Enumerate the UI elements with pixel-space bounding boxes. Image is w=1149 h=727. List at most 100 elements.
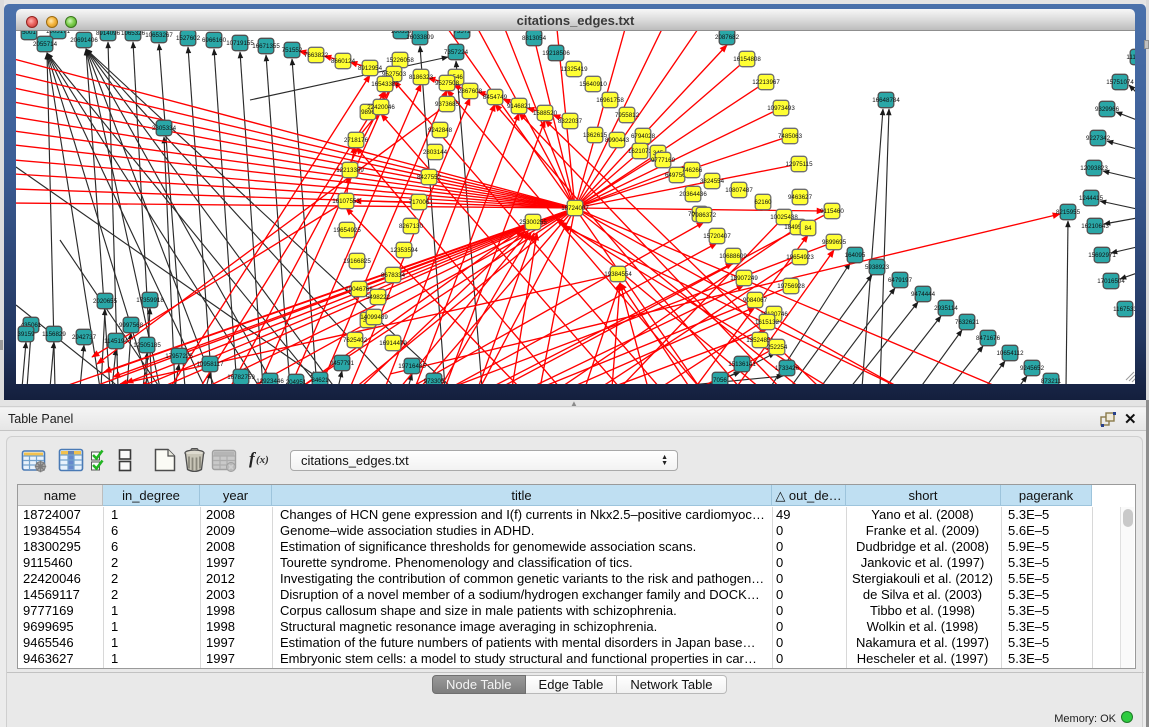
svg-text:2087682: 2087682 bbox=[715, 34, 740, 41]
svg-text:1145194: 1145194 bbox=[104, 338, 128, 345]
svg-text:717006: 717006 bbox=[409, 199, 430, 206]
svg-text:9084067: 9084067 bbox=[743, 297, 768, 304]
svg-text:10654112: 10654112 bbox=[996, 350, 1024, 357]
svg-text:15226058: 15226058 bbox=[386, 57, 414, 64]
svg-text:7485063: 7485063 bbox=[778, 133, 803, 140]
svg-text:8454749: 8454749 bbox=[483, 94, 508, 101]
svg-text:19654923: 19654923 bbox=[786, 254, 814, 261]
svg-text:19654925: 19654925 bbox=[333, 227, 361, 234]
svg-text:19166825: 19166825 bbox=[343, 258, 371, 265]
svg-text:7357224: 7357224 bbox=[444, 49, 469, 56]
svg-text:15751074: 15751074 bbox=[1106, 79, 1134, 86]
svg-text:18724007: 18724007 bbox=[561, 205, 589, 212]
svg-text:17359918: 17359918 bbox=[136, 297, 164, 304]
svg-text:8914096: 8914096 bbox=[96, 31, 121, 37]
svg-text:20691406: 20691406 bbox=[70, 37, 98, 44]
svg-text:9527508: 9527508 bbox=[435, 80, 460, 87]
svg-text:12213389: 12213389 bbox=[336, 167, 364, 174]
svg-text:16961758: 16961758 bbox=[596, 97, 624, 104]
svg-text:10046766: 10046766 bbox=[345, 286, 373, 293]
svg-text:(x): (x) bbox=[256, 454, 269, 466]
svg-text:2867608: 2867608 bbox=[458, 88, 483, 95]
svg-text:164095: 164095 bbox=[845, 252, 866, 259]
svg-text:16033809: 16033809 bbox=[406, 34, 434, 41]
svg-text:6794028: 6794028 bbox=[631, 133, 656, 140]
svg-text:8912954: 8912954 bbox=[358, 65, 383, 72]
svg-text:3824554: 3824554 bbox=[700, 178, 725, 185]
svg-text:252254: 252254 bbox=[767, 344, 788, 351]
svg-text:7056: 7056 bbox=[713, 377, 727, 384]
svg-text:12213967: 12213967 bbox=[752, 79, 780, 86]
svg-text:9474444: 9474444 bbox=[911, 291, 936, 298]
svg-text:16782759: 16782759 bbox=[227, 374, 255, 381]
svg-text:15136141: 15136141 bbox=[728, 361, 756, 368]
svg-text:17016504: 17016504 bbox=[1097, 278, 1125, 285]
svg-text:9242848: 9242848 bbox=[428, 127, 453, 134]
svg-text:5938923: 5938923 bbox=[865, 264, 890, 271]
svg-text:19756928: 19756928 bbox=[777, 283, 805, 290]
svg-text:12923446: 12923446 bbox=[256, 378, 284, 384]
svg-text:73572: 73572 bbox=[453, 31, 471, 35]
svg-text:16107553: 16107553 bbox=[332, 198, 360, 205]
svg-text:1244415: 1244415 bbox=[1079, 195, 1104, 202]
svg-text:8678334: 8678334 bbox=[381, 272, 406, 279]
svg-text:6966160: 6966160 bbox=[202, 37, 227, 44]
svg-text:7632621: 7632621 bbox=[955, 319, 980, 326]
svg-text:2935114: 2935114 bbox=[934, 305, 958, 312]
svg-text:2803144: 2803144 bbox=[423, 149, 448, 156]
svg-text:2942737: 2942737 bbox=[72, 334, 97, 341]
svg-text:8660124: 8660124 bbox=[331, 58, 356, 65]
svg-text:9997568: 9997568 bbox=[119, 322, 144, 329]
svg-text:2305334: 2305334 bbox=[152, 125, 177, 132]
svg-text:11325419: 11325419 bbox=[560, 66, 588, 73]
svg-text:9146821: 9146821 bbox=[507, 103, 532, 110]
svg-text:39159: 39159 bbox=[17, 331, 35, 338]
svg-text:5001: 5001 bbox=[22, 31, 36, 36]
svg-text:15692971: 15692971 bbox=[1088, 252, 1116, 259]
svg-text:9899695: 9899695 bbox=[822, 239, 847, 246]
svg-text:8322037: 8322037 bbox=[558, 118, 583, 125]
svg-text:2055714: 2055714 bbox=[33, 41, 58, 48]
svg-text:12093823: 12093823 bbox=[1080, 165, 1108, 172]
svg-text:12975115: 12975115 bbox=[785, 161, 813, 168]
svg-text:9463627: 9463627 bbox=[788, 194, 813, 201]
svg-text:10719155: 10719155 bbox=[226, 40, 254, 47]
svg-text:873211: 873211 bbox=[1041, 378, 1062, 384]
svg-text:1156829: 1156829 bbox=[42, 331, 66, 338]
svg-text:9115460: 9115460 bbox=[820, 208, 844, 215]
svg-text:8215955: 8215955 bbox=[1056, 209, 1081, 216]
svg-text:16543382: 16543382 bbox=[371, 81, 399, 88]
svg-text:18907249: 18907249 bbox=[730, 275, 758, 282]
svg-text:2718176: 2718176 bbox=[344, 137, 369, 144]
svg-text:14099489: 14099489 bbox=[360, 314, 388, 321]
svg-text:9227342: 9227342 bbox=[1086, 135, 1111, 142]
svg-text:1621072: 1621072 bbox=[628, 148, 653, 155]
svg-text:19218506: 19218506 bbox=[542, 50, 570, 57]
svg-text:9245652: 9245652 bbox=[1020, 365, 1045, 372]
svg-text:8471676: 8471676 bbox=[976, 335, 1001, 342]
svg-text:15720407: 15720407 bbox=[703, 233, 731, 240]
svg-text:5498222: 5498222 bbox=[366, 294, 391, 301]
svg-text:973305: 973305 bbox=[424, 378, 445, 384]
svg-text:1003171: 1003171 bbox=[46, 31, 71, 35]
svg-text:25300255: 25300255 bbox=[519, 219, 547, 226]
svg-text:1065326: 1065326 bbox=[121, 31, 146, 37]
svg-text:12505185: 12505185 bbox=[133, 342, 161, 349]
svg-text:7986372: 7986372 bbox=[692, 212, 717, 219]
svg-text:15640910: 15640910 bbox=[579, 81, 607, 88]
svg-text:9457791: 9457791 bbox=[330, 360, 355, 367]
svg-text:1167533: 1167533 bbox=[1113, 306, 1135, 313]
svg-text:20364436: 20364436 bbox=[679, 191, 707, 198]
svg-text:2020655: 2020655 bbox=[93, 298, 118, 305]
svg-text:1112804: 1112804 bbox=[1126, 54, 1135, 61]
svg-text:204951: 204951 bbox=[286, 379, 307, 384]
svg-text:16210643: 16210643 bbox=[1081, 223, 1109, 230]
svg-text:1588520: 1588520 bbox=[533, 110, 558, 117]
svg-text:19384554: 19384554 bbox=[604, 271, 632, 278]
svg-text:1362615: 1362615 bbox=[583, 132, 608, 139]
svg-text:8427552: 8427552 bbox=[417, 174, 442, 181]
svg-text:1527602: 1527602 bbox=[176, 35, 201, 42]
svg-text:16154808: 16154808 bbox=[733, 56, 761, 63]
svg-text:10653267: 10653267 bbox=[145, 32, 173, 39]
svg-text:6479197: 6479197 bbox=[888, 277, 913, 284]
